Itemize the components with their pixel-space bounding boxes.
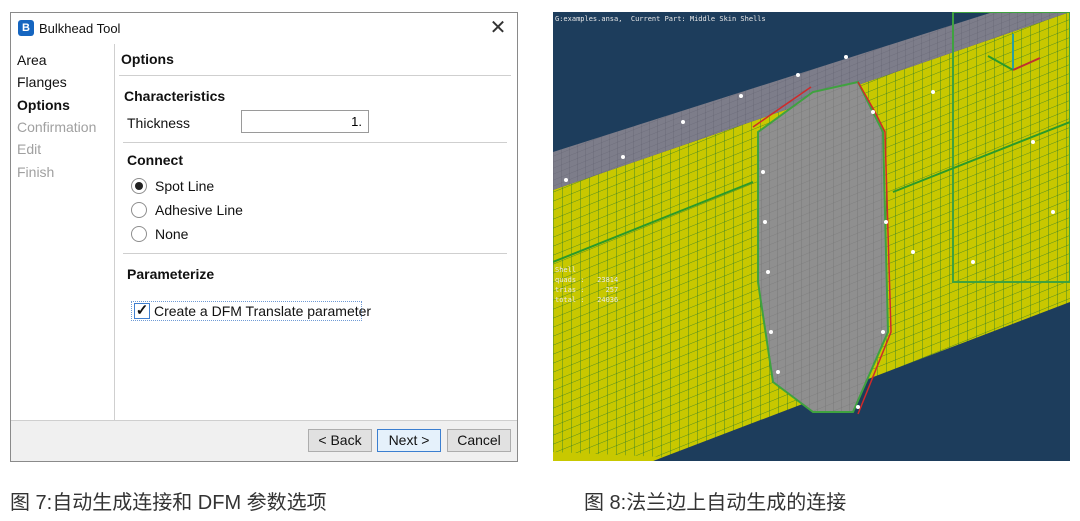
parameterize-title: Parameterize bbox=[127, 266, 215, 282]
app-icon: B bbox=[18, 20, 34, 36]
bulkhead-surface bbox=[757, 80, 890, 413]
bulkhead-tool-dialog: B Bulkhead Tool ✕ Area Flanges Options C… bbox=[10, 12, 518, 462]
stats-total: total : 24036 bbox=[555, 296, 619, 304]
viewport-header-text: G:examples.ansa, Current Part: Middle Sk… bbox=[555, 15, 766, 23]
caption-figure-8: 图 8:法兰边上自动生成的连接 bbox=[584, 492, 847, 514]
dfm-parameter-option[interactable]: ✓ Create a DFM Translate parameter bbox=[131, 301, 371, 321]
radio-spot-line-label[interactable]: Spot Line bbox=[155, 178, 214, 194]
divider bbox=[123, 142, 507, 143]
next-button[interactable]: Next > bbox=[377, 429, 441, 452]
options-panel: Options Characteristics Thickness 1. Con… bbox=[115, 44, 517, 423]
divider bbox=[119, 75, 511, 76]
ansa-3d-viewport[interactable]: G:examples.ansa, Current Part: Middle Sk… bbox=[553, 12, 1070, 461]
mesh-render bbox=[553, 12, 1070, 461]
step-flanges[interactable]: Flanges bbox=[17, 74, 67, 90]
dfm-parameter-label[interactable]: Create a DFM Translate parameter bbox=[154, 303, 371, 319]
step-confirmation: Confirmation bbox=[17, 119, 97, 135]
radio-none[interactable] bbox=[131, 226, 147, 242]
dfm-parameter-checkbox[interactable]: ✓ bbox=[134, 303, 150, 319]
dialog-title: Bulkhead Tool bbox=[39, 21, 121, 36]
step-area[interactable]: Area bbox=[17, 52, 47, 68]
stats-shell: Shell bbox=[555, 266, 577, 274]
step-edit: Edit bbox=[17, 141, 42, 157]
wizard-steps: Area Flanges Options Confirmation Edit F… bbox=[11, 44, 115, 423]
step-finish: Finish bbox=[17, 164, 55, 180]
characteristics-title: Characteristics bbox=[124, 88, 226, 104]
radio-spot-line[interactable] bbox=[131, 178, 147, 194]
thickness-input[interactable]: 1. bbox=[241, 110, 369, 133]
radio-none-label[interactable]: None bbox=[155, 226, 188, 242]
thickness-label: Thickness bbox=[127, 115, 191, 131]
stats-quads: quads : 23814 bbox=[555, 276, 619, 284]
step-options[interactable]: Options bbox=[17, 97, 70, 113]
button-bar: < Back Next > Cancel bbox=[11, 420, 517, 461]
radio-adhesive-line[interactable] bbox=[131, 202, 147, 218]
panel-title: Options bbox=[121, 51, 174, 67]
close-icon[interactable]: ✕ bbox=[487, 17, 509, 39]
connect-title: Connect bbox=[127, 152, 183, 168]
radio-adhesive-line-label[interactable]: Adhesive Line bbox=[155, 202, 243, 218]
stats-trias: trias : 257 bbox=[555, 286, 619, 294]
divider bbox=[123, 253, 507, 254]
cancel-button[interactable]: Cancel bbox=[447, 429, 511, 452]
title-bar: B Bulkhead Tool ✕ bbox=[11, 13, 517, 43]
back-button[interactable]: < Back bbox=[308, 429, 372, 452]
caption-figure-7: 图 7:自动生成连接和 DFM 参数选项 bbox=[10, 492, 327, 514]
